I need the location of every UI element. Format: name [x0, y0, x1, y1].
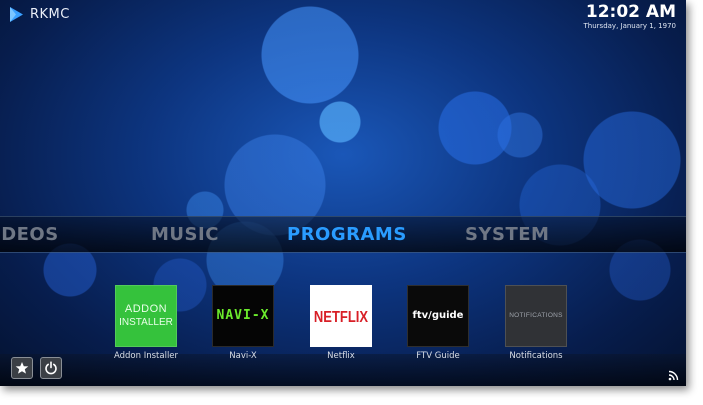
main-menu: IDEOS MUSIC PROGRAMS SYSTEM: [0, 216, 686, 253]
netflix-label: Netflix: [327, 351, 355, 361]
app-name: RKMC: [30, 7, 70, 22]
navi-x-label: Navi-X: [229, 351, 257, 361]
rss-icon[interactable]: [668, 370, 679, 381]
ftv-guide-label: FTV Guide: [416, 351, 460, 361]
notifications-tile[interactable]: NOTIFICATIONS: [505, 285, 567, 347]
kodi-home-screen: RKMC 12:02 AM Thursday, January 1, 1970 …: [0, 0, 686, 386]
clock-date: Thursday, January 1, 1970: [583, 22, 676, 30]
menu-item-music[interactable]: MUSIC: [151, 224, 219, 245]
tile-text: ADDON: [124, 303, 168, 315]
star-icon: [15, 362, 29, 374]
tile-text: INSTALLER: [119, 317, 173, 328]
addon-installer-tile[interactable]: ADDON INSTALLER: [115, 285, 177, 347]
kodi-logo-icon: [10, 7, 23, 22]
menu-item-videos[interactable]: IDEOS: [0, 224, 59, 245]
power-button[interactable]: [40, 357, 62, 379]
tile-text: NETFLIX: [313, 307, 369, 326]
menu-item-programs[interactable]: PROGRAMS: [287, 224, 407, 245]
clock: 12:02 AM Thursday, January 1, 1970: [584, 2, 676, 31]
tile-text: NAVI-X: [216, 308, 270, 323]
navi-x-tile[interactable]: NAVI-X: [212, 285, 274, 347]
menu-item-system[interactable]: SYSTEM: [465, 224, 549, 245]
tile-text: NOTIFICATIONS: [509, 312, 563, 319]
notifications-label: Notifications: [509, 351, 563, 361]
ftv-guide-tile[interactable]: ftv/guide: [407, 285, 469, 347]
netflix-tile[interactable]: NETFLIX: [310, 285, 372, 347]
favourites-button[interactable]: [11, 357, 33, 379]
addon-installer-label: Addon Installer: [113, 351, 179, 361]
power-icon: [45, 361, 57, 375]
app-logo: RKMC: [9, 6, 70, 23]
tile-text: ftv/guide: [412, 310, 464, 321]
clock-time: 12:02 AM: [585, 2, 676, 22]
